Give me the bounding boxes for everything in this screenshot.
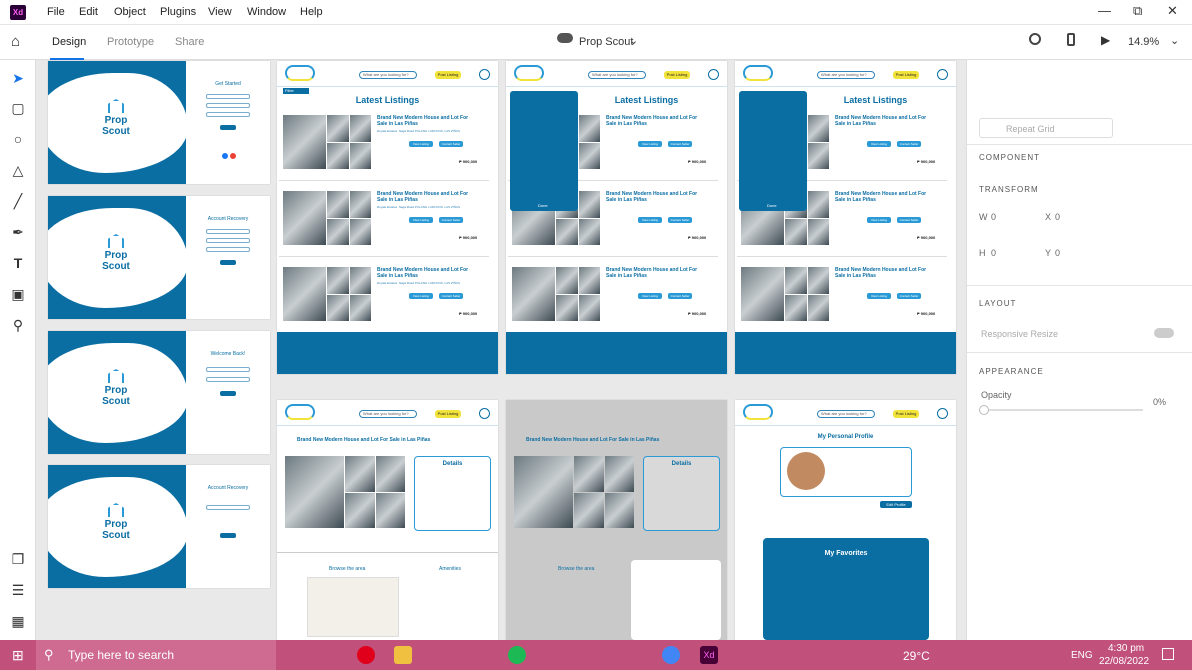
language[interactable]: ENG (1071, 650, 1093, 661)
opera-icon[interactable] (357, 646, 375, 664)
artboard-get-started[interactable]: Prop Scout Get Started (48, 61, 270, 184)
menu-file[interactable]: File (47, 6, 65, 18)
opacity-slider[interactable] (979, 405, 989, 415)
minimize-icon[interactable]: — (1098, 3, 1111, 18)
repeat-grid-button[interactable]: Repeat Grid (979, 118, 1113, 138)
folder-icon[interactable] (394, 646, 412, 664)
chevron-down-icon[interactable]: ⌄ (629, 34, 638, 47)
property-inspector: Repeat Grid COMPONENT TRANSFORM W0 X0 H0… (966, 60, 1192, 640)
taskbar-search[interactable]: Type here to search (36, 640, 276, 670)
polygon-tool-icon[interactable]: △ (8, 160, 28, 180)
line-tool-icon[interactable]: ╱ (8, 191, 28, 211)
xd-logo-icon: Xd (10, 5, 26, 20)
auth-title: Account Recovery (207, 485, 249, 491)
windows-start-icon[interactable]: ⊞ (12, 647, 24, 664)
menu-help[interactable]: Help (300, 6, 323, 18)
menu-view[interactable]: View (208, 6, 232, 18)
artboard-account-recovery[interactable]: Prop Scout Account Recovery (48, 196, 270, 319)
artboard-listings-filter-2[interactable]: What are you looking for? Post Listing La… (735, 61, 956, 374)
tab-share[interactable]: Share (175, 36, 204, 48)
tab-design[interactable]: Design (52, 36, 86, 48)
mobile-preview-icon[interactable] (1067, 33, 1075, 46)
artboard-tool-icon[interactable]: ▣ (8, 284, 28, 304)
user-icon[interactable] (1029, 33, 1041, 45)
windows-taskbar: ⊞ Type here to search ⚲ Xd 29°C ENG 4:30… (0, 640, 1192, 670)
tools-panel: ➤ ▢ ○ △ ╱ ✒ T ▣ ⚲ ❐ ☰ ▦ (0, 60, 36, 640)
close-icon[interactable]: ✕ (1167, 3, 1178, 19)
clock-date[interactable]: 22/08/2022 (1099, 656, 1149, 667)
play-icon[interactable]: ▶ (1101, 33, 1110, 47)
tab-prototype[interactable]: Prototype (107, 36, 154, 48)
notification-icon[interactable] (1162, 648, 1174, 660)
document-name[interactable]: Prop Scout (579, 36, 633, 48)
artboard-account-recovery-2[interactable]: Prop Scout Account Recovery (48, 465, 270, 588)
document-toolbar: ⌂ Design Prototype Share Prop Scout ⌄ ▶ … (0, 25, 1192, 60)
auth-title: Account Recovery (207, 216, 249, 222)
auth-title: Get Started (215, 81, 241, 87)
weather-temp: 29°C (903, 649, 930, 663)
artboard-listing-detail-modal[interactable]: Brand New Modern House and Lot For Sale … (506, 400, 727, 640)
artboard-listing-detail[interactable]: What are you looking for? Post Listing Br… (277, 400, 498, 640)
chrome-icon[interactable] (662, 646, 680, 664)
ellipse-tool-icon[interactable]: ○ (8, 129, 28, 149)
avatar (787, 452, 825, 490)
home-icon[interactable]: ⌂ (11, 33, 20, 50)
artboard-listings-filter[interactable]: What are you looking for? Post Listing La… (506, 61, 727, 374)
artboard-latest-listings[interactable]: What are you looking for? Post Listing Fi… (277, 61, 498, 374)
menu-window[interactable]: Window (247, 6, 286, 18)
pen-tool-icon[interactable]: ✒ (8, 222, 28, 242)
xd-taskbar-icon[interactable]: Xd (700, 646, 718, 664)
zoom-chevron-icon[interactable]: ⌄ (1170, 34, 1179, 47)
rectangle-tool-icon[interactable]: ▢ (8, 98, 28, 118)
menu-plugins[interactable]: Plugins (160, 6, 196, 18)
layers-icon[interactable]: ☰ (8, 580, 28, 600)
zoom-level[interactable]: 14.9% (1128, 36, 1159, 48)
title-bar: Xd File Edit Object Plugins View Window … (0, 0, 1192, 25)
design-canvas[interactable]: Prop Scout Get Started Prop Scout Account … (36, 60, 966, 640)
latest-listings-title: Latest Listings (355, 95, 420, 105)
prop-scout-logo: Prop Scout (98, 99, 134, 137)
filter-panel: Done (510, 91, 578, 211)
clock-time[interactable]: 4:30 pm (1108, 643, 1144, 654)
cloud-icon (557, 33, 573, 43)
responsive-toggle[interactable] (1154, 328, 1174, 338)
spotify-icon[interactable] (508, 646, 526, 664)
menu-object[interactable]: Object (114, 6, 146, 18)
select-tool-icon[interactable]: ➤ (8, 68, 28, 88)
search-icon: ⚲ (44, 647, 54, 662)
text-tool-icon[interactable]: T (8, 253, 28, 273)
restore-icon[interactable]: ⧉ (1133, 3, 1142, 19)
artboard-profile[interactable]: What are you looking for? Post Listing My… (735, 400, 956, 640)
assets-icon[interactable]: ❐ (8, 549, 28, 569)
zoom-tool-icon[interactable]: ⚲ (8, 315, 28, 335)
menu-edit[interactable]: Edit (79, 6, 98, 18)
auth-title: Welcome Back! (210, 351, 246, 357)
artboard-welcome-back[interactable]: Prop Scout Welcome Back! (48, 331, 270, 454)
profile-title: My Personal Profile (817, 434, 874, 440)
plugins-icon[interactable]: ▦ (8, 611, 28, 631)
